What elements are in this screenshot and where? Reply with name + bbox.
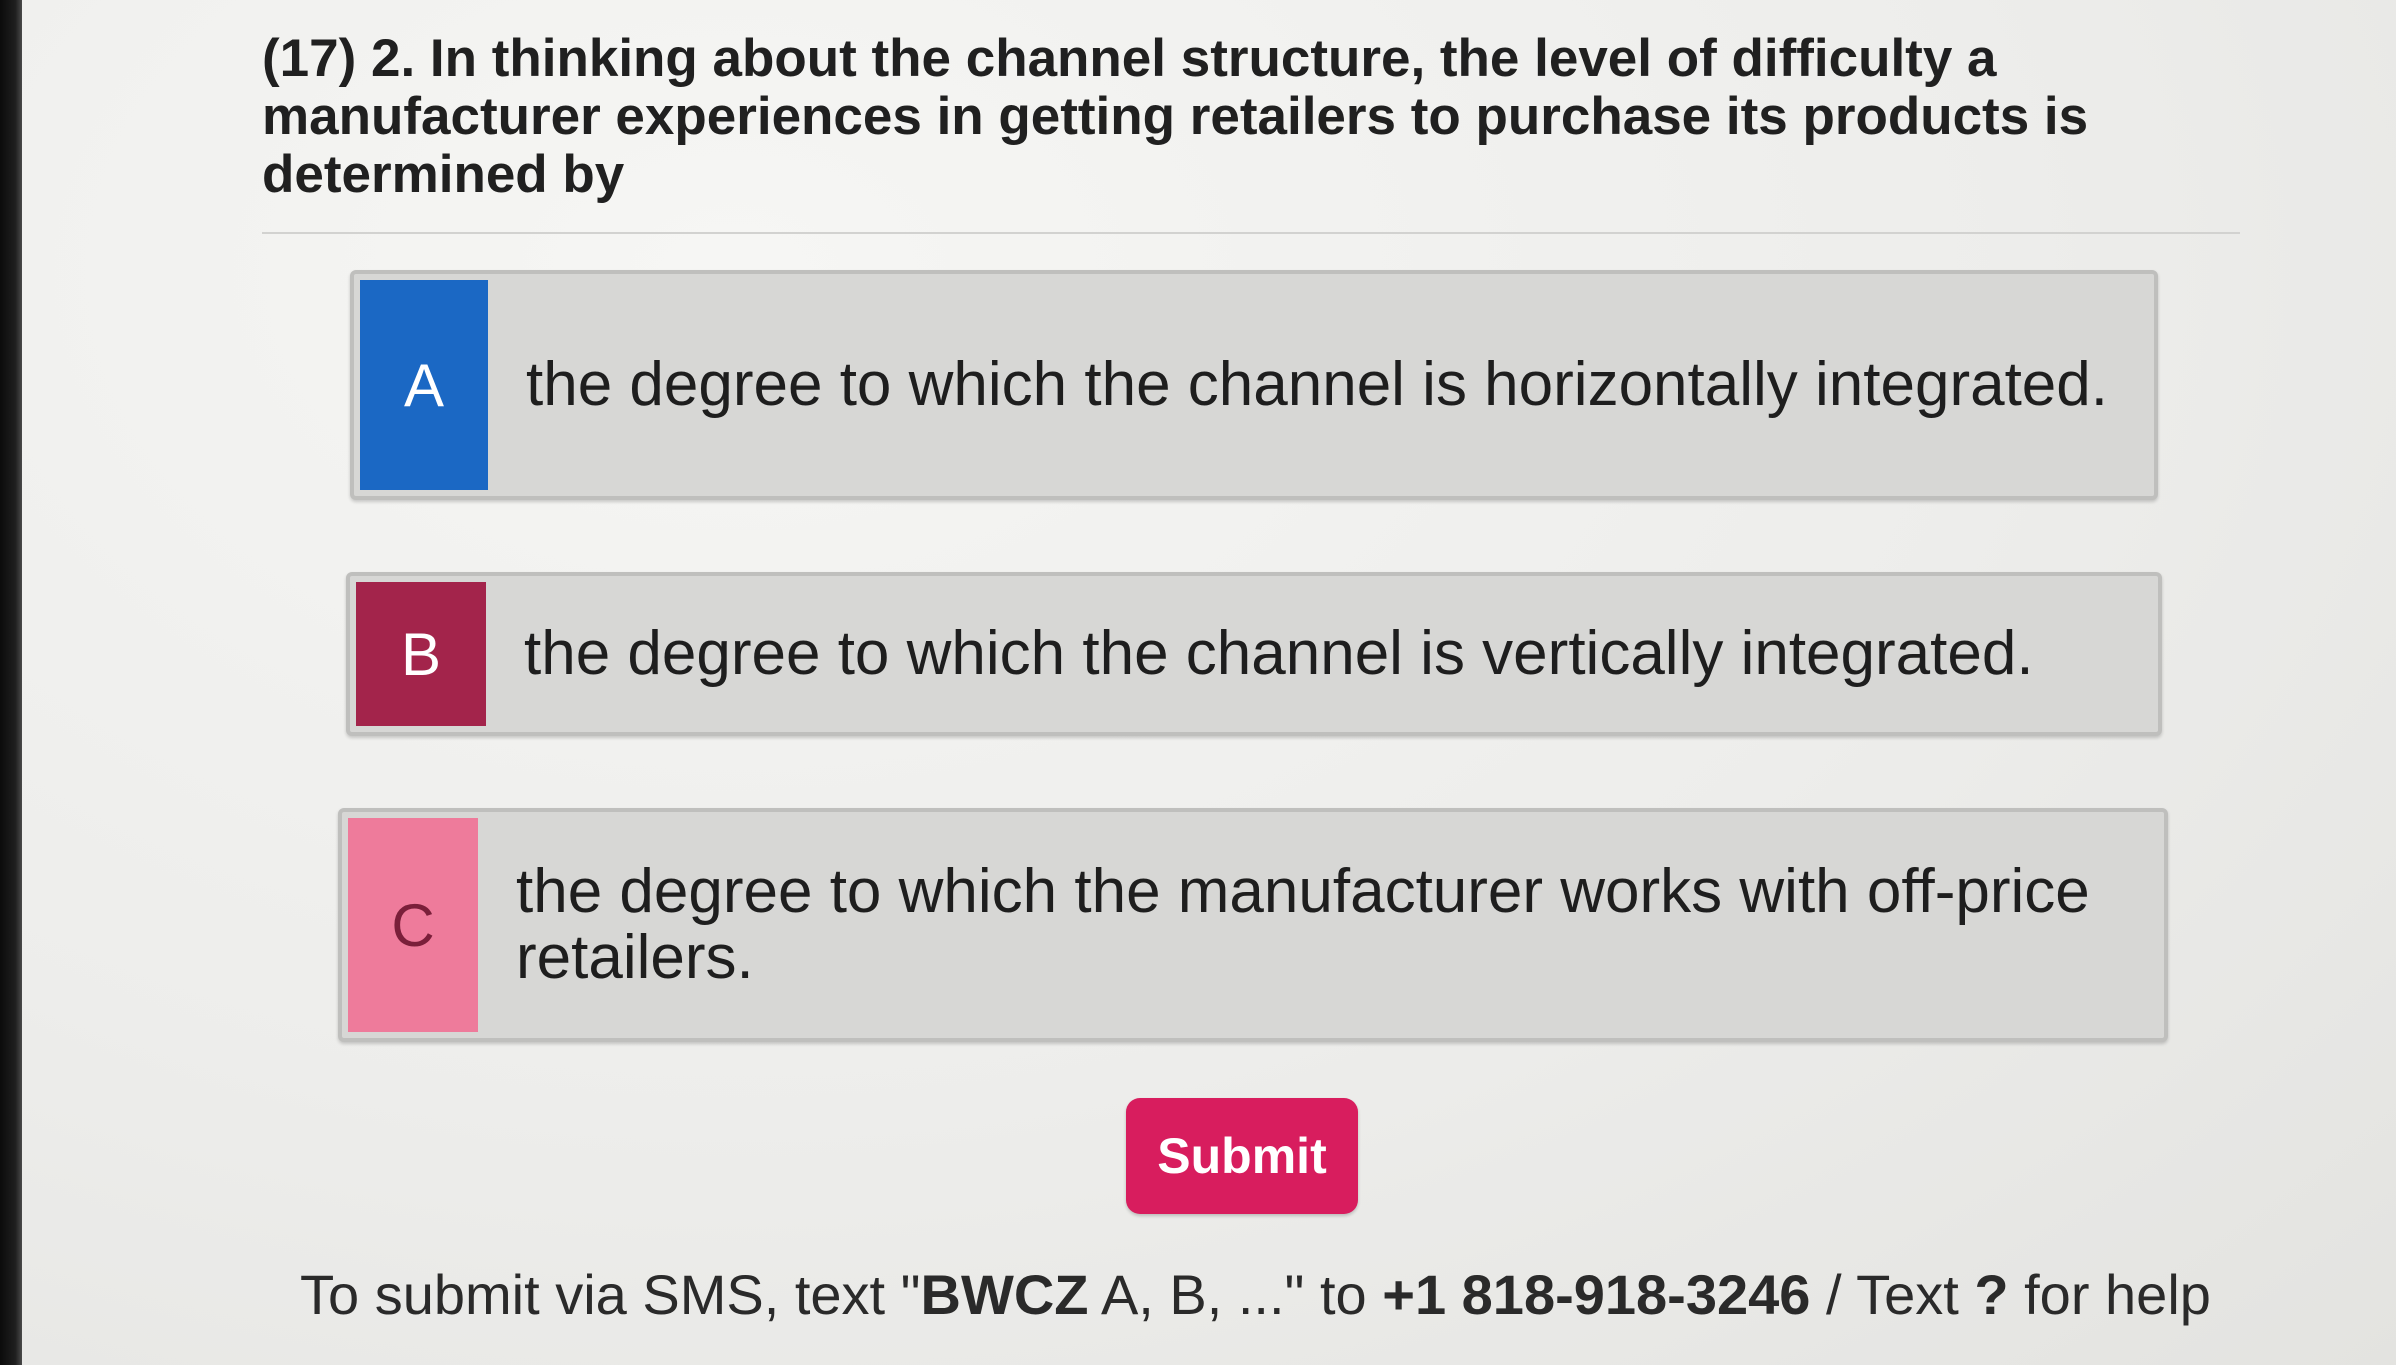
submit-button[interactable]: Submit	[1126, 1098, 1358, 1214]
option-b-badge: B	[356, 582, 486, 726]
option-a-text: the degree to which the channel is horiz…	[526, 350, 2108, 419]
sms-sep: / Text	[1810, 1263, 1975, 1326]
question-divider	[262, 232, 2240, 234]
sms-prefix: To submit via SMS, text "	[300, 1263, 921, 1326]
sms-instructions: To submit via SMS, text "BWCZ A, B, ..."…	[300, 1262, 2300, 1327]
option-a-badge: A	[360, 280, 488, 490]
sms-suffix: for help	[2008, 1263, 2211, 1326]
option-c-badge: C	[348, 818, 478, 1032]
screen-bezel	[0, 0, 22, 1365]
sms-help-char: ?	[1974, 1263, 2009, 1326]
option-b-button[interactable]: B the degree to which the channel is ver…	[346, 572, 2162, 736]
question-text: (17) 2. In thinking about the channel st…	[262, 29, 2089, 204]
option-c-button[interactable]: C the degree to which the manufacturer w…	[338, 808, 2168, 1042]
sms-mid: A, B, ..." to	[1088, 1263, 1383, 1326]
sms-code: BWCZ	[920, 1263, 1089, 1326]
sms-number: +1 818-918-3246	[1382, 1263, 1811, 1326]
option-b-text: the degree to which the channel is verti…	[524, 619, 2034, 688]
option-a-button[interactable]: A the degree to which the channel is hor…	[350, 270, 2158, 500]
option-c-text: the degree to which the manufacturer wor…	[516, 857, 2090, 992]
